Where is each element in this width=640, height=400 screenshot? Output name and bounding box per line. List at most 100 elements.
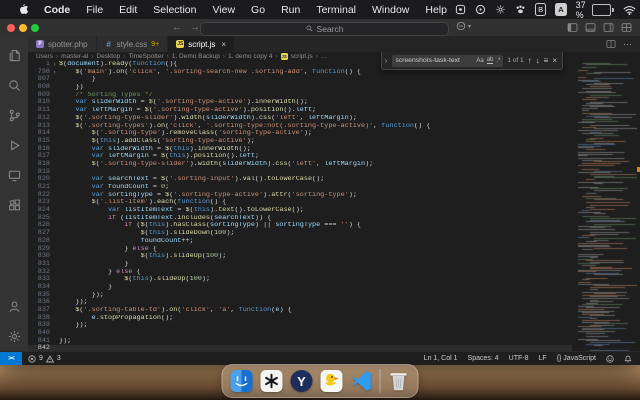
code-line[interactable]: 826 if ($(this).hasClass(sortingType) ||… (28, 222, 572, 230)
remote-explorer-icon[interactable] (0, 160, 28, 190)
navigate-forward-button[interactable]: → (190, 22, 200, 33)
breadcrumb-item[interactable]: 1. Demo Backup (172, 53, 220, 60)
battery-indicator[interactable]: 37 % (576, 0, 614, 20)
code-line[interactable]: 830 $(this).slideUp(100); (28, 253, 572, 261)
profile-dropdown-icon[interactable]: ▾ (456, 21, 471, 31)
code-line[interactable]: 824 var listItemText = $(this).text().to… (28, 207, 572, 215)
fold-chevron-icon[interactable]: › (50, 61, 59, 69)
code-line[interactable]: 822 var sortingType = $('.sorting-type-a… (28, 192, 572, 200)
code-line[interactable]: 813 $('.sorting-types').on('click', '.so… (28, 123, 572, 131)
run-debug-icon[interactable] (0, 130, 28, 160)
toggle-panel-icon[interactable] (585, 22, 596, 33)
dock-icon-y-browser[interactable]: Y (290, 369, 314, 393)
dock-icon-cyberduck[interactable] (320, 369, 344, 393)
menu-item-terminal[interactable]: Terminal (308, 0, 364, 19)
square-icon[interactable] (455, 4, 466, 15)
minimize-window-button[interactable] (19, 24, 27, 32)
breadcrumb-item[interactable]: TimeSpotter (128, 53, 163, 60)
code-line[interactable]: 839 }); (28, 322, 572, 330)
gear-icon[interactable] (495, 4, 506, 15)
code-line[interactable]: 840 (28, 330, 572, 338)
status-item-ln[interactable]: Ln 1, Col 1 (424, 355, 458, 362)
letter-b-icon[interactable]: B (535, 3, 546, 16)
regex-toggle[interactable]: .* (496, 58, 500, 64)
breadcrumb-item[interactable]: Desktop (96, 53, 120, 60)
menu-item-selection[interactable]: Selection (145, 0, 204, 19)
status-item-spaces[interactable]: Spaces: 4 (468, 355, 499, 362)
code-line[interactable]: 810 var sliderWidth = $('.sorting-type-a… (28, 99, 572, 107)
code-line[interactable]: 823 $('.list-item').each(function() { (28, 199, 572, 207)
status-item-utf-8[interactable]: UTF-8 (509, 355, 529, 362)
code-line[interactable]: 827 $(this).slideDown(100); (28, 230, 572, 238)
paw-icon[interactable] (515, 4, 526, 15)
menu-item-run[interactable]: Run (273, 0, 308, 19)
close-find-widget-button[interactable]: × (552, 57, 557, 65)
toggle-secondary-sidebar-icon[interactable] (603, 22, 614, 33)
command-center-search[interactable]: Search (200, 22, 449, 36)
code-line[interactable]: 841}); (28, 338, 572, 346)
code-line[interactable]: 811 var leftMargin = $('.sorting-type-ac… (28, 107, 572, 115)
code-line[interactable]: 834 } (28, 284, 572, 292)
wifi-icon[interactable] (623, 5, 636, 15)
code-line[interactable]: 809 /* Sorting Types */ (28, 92, 572, 100)
accounts-icon[interactable] (0, 291, 28, 321)
dock-icon-trash[interactable] (387, 369, 411, 393)
split-editor-icon[interactable] (606, 39, 616, 49)
menu-item-view[interactable]: View (204, 0, 243, 19)
explorer-icon[interactable] (0, 40, 28, 70)
menu-item-code[interactable]: Code (36, 0, 78, 19)
tab-script-js[interactable]: JSscript.js× (168, 36, 235, 52)
apple-menu[interactable] (9, 0, 36, 19)
menu-item-file[interactable]: File (78, 0, 111, 19)
code-editor[interactable]: 1›$(document).ready(function(){798› $('m… (28, 61, 640, 351)
code-line[interactable]: 835 }); (28, 292, 572, 300)
menu-item-edit[interactable]: Edit (111, 0, 145, 19)
code-line[interactable]: 832 } else { (28, 269, 572, 277)
navigate-back-button[interactable]: ← (172, 22, 182, 33)
code-line[interactable]: 819 (28, 169, 572, 177)
dock-icon-vscode[interactable] (350, 369, 374, 393)
close-tab-icon[interactable]: × (221, 40, 226, 49)
maximize-window-button[interactable] (31, 24, 39, 32)
breadcrumb-item[interactable]: master-al (61, 53, 88, 60)
code-line[interactable]: 829 } else { (28, 246, 572, 254)
code-line[interactable]: 820 var searchText = $('.sorting-input')… (28, 176, 572, 184)
code-line[interactable]: 842 (28, 345, 572, 351)
code-line[interactable]: 807 } (28, 76, 572, 84)
close-window-button[interactable] (7, 24, 15, 32)
breadcrumb-item[interactable]: script.js (291, 53, 313, 60)
menu-item-go[interactable]: Go (243, 0, 273, 19)
code-line[interactable]: 816 var sliderWidth = $(this).innerWidth… (28, 146, 572, 154)
editor-more-actions-icon[interactable]: ⋯ (623, 39, 632, 50)
code-line[interactable]: 831 } (28, 261, 572, 269)
customize-layout-icon[interactable] (621, 22, 632, 33)
circle-icon[interactable] (475, 4, 486, 15)
line-number[interactable]: 842 (28, 345, 50, 351)
code-line[interactable]: 837 $('.sorting-table-td').on('click', '… (28, 307, 572, 315)
find-in-selection-button[interactable]: ≡ (544, 57, 549, 65)
settings-icon[interactable] (0, 321, 28, 351)
code-line[interactable]: 815 $(this).addClass('sorting-type-activ… (28, 138, 572, 146)
code-line[interactable]: 821 var foundCount = 0; (28, 184, 572, 192)
next-match-button[interactable]: ↓ (536, 57, 540, 65)
code-line[interactable]: 818 $('.sorting-type-slider').width(slid… (28, 161, 572, 169)
previous-match-button[interactable]: ↑ (528, 57, 532, 65)
whole-word-toggle[interactable]: ab (487, 57, 494, 64)
notifications-bell-icon[interactable] (624, 355, 632, 363)
code-line[interactable]: 825 if (listItemText.includes(searchText… (28, 215, 572, 223)
tab-style-css[interactable]: #style.css9+ (97, 36, 169, 52)
search-icon[interactable] (0, 70, 28, 100)
breadcrumb-item[interactable]: Users (36, 53, 53, 60)
breadcrumb-item[interactable]: 1. demo copy 4 (228, 53, 272, 60)
code-line[interactable]: 833 $(this).slideUp(100); (28, 276, 572, 284)
code-line[interactable]: 812 $('.sorting-type-slider').width(slid… (28, 115, 572, 123)
letter-a-icon[interactable]: A (555, 3, 566, 16)
menu-item-help[interactable]: Help (417, 0, 455, 19)
toggle-replace-chevron-icon[interactable]: › (384, 56, 389, 65)
dock-icon-chatgpt[interactable] (260, 369, 284, 393)
extensions-icon[interactable] (0, 190, 28, 220)
dock-icon-finder[interactable] (230, 369, 254, 393)
status-item-{}[interactable]: {} JavaScript (557, 355, 596, 362)
problems-status[interactable]: 9 3 (22, 355, 67, 363)
minimap[interactable] (575, 61, 637, 351)
